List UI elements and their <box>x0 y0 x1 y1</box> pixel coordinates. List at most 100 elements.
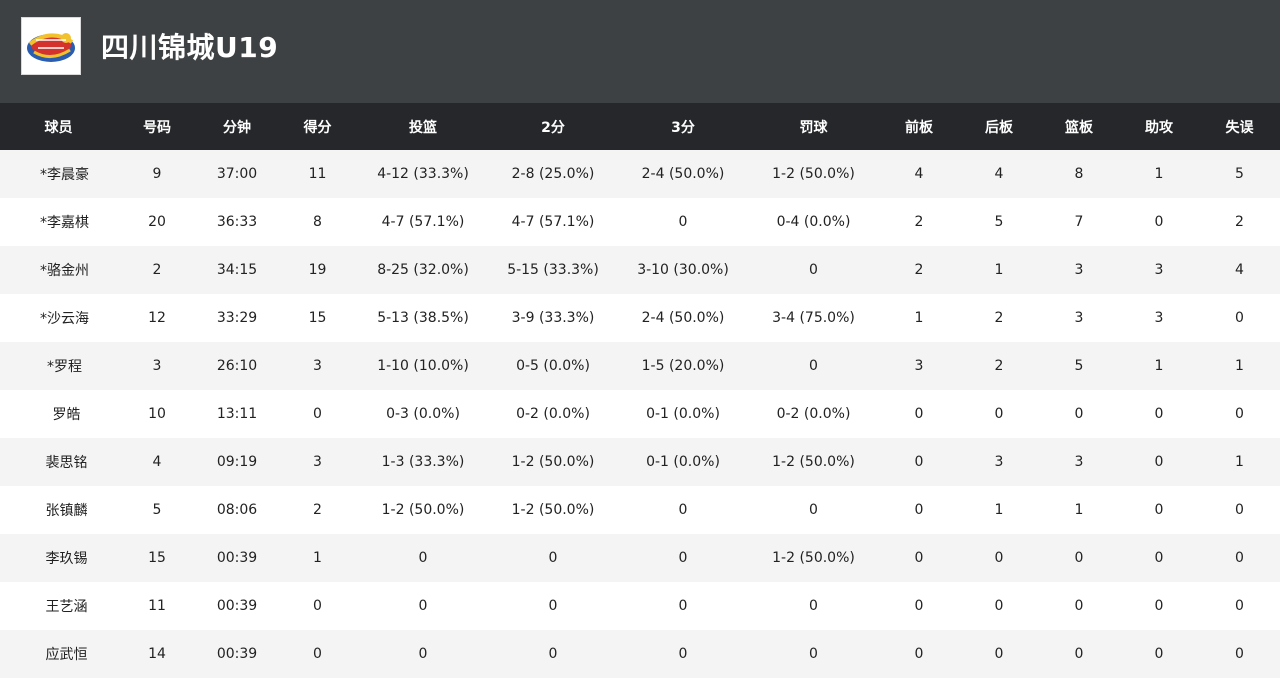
cell-ft: 0 <box>748 486 879 534</box>
cell-points: 19 <box>277 246 358 294</box>
cell-ast: 0 <box>1119 630 1199 678</box>
cell-def-reb: 0 <box>959 390 1039 438</box>
cell-player[interactable]: 李玖锡 <box>0 534 117 582</box>
cell-fg: 8-25 (32.0%) <box>358 246 488 294</box>
column-header-reb[interactable]: 篮板 <box>1039 103 1119 150</box>
cell-player[interactable]: 应武恒 <box>0 630 117 678</box>
cell-two-pt: 1-2 (50.0%) <box>488 486 618 534</box>
cell-ast: 3 <box>1119 246 1199 294</box>
cell-tov: 1 <box>1199 342 1280 390</box>
cell-ast: 0 <box>1119 486 1199 534</box>
cell-number: 14 <box>117 630 197 678</box>
column-header-minutes[interactable]: 分钟 <box>197 103 277 150</box>
table-row[interactable]: 李玖锡 15 00:39 1 0 0 0 1-2 (50.0%) 0 0 0 0 0 <box>0 534 1280 582</box>
table-row[interactable]: 罗皓 10 13:11 0 0-3 (0.0%) 0-2 (0.0%) 0-1 (0.0%)… <box>0 390 1280 438</box>
cell-player[interactable]: 王艺涵 <box>0 582 117 630</box>
cell-off-reb: 2 <box>879 246 959 294</box>
cell-fg: 0 <box>358 534 488 582</box>
cell-tov: 0 <box>1199 630 1280 678</box>
cell-reb: 3 <box>1039 246 1119 294</box>
cell-ft: 1-2 (50.0%) <box>748 534 879 582</box>
cell-def-reb: 2 <box>959 342 1039 390</box>
column-header-tov[interactable]: 失误 <box>1199 103 1280 150</box>
table-row[interactable]: 王艺涵 11 00:39 0 0 0 0 0 0 0 0 0 0 <box>0 582 1280 630</box>
cell-player[interactable]: *罗程 <box>0 342 117 390</box>
cell-off-reb: 0 <box>879 630 959 678</box>
cell-fg: 1-3 (33.3%) <box>358 438 488 486</box>
cell-tov: 5 <box>1199 150 1280 198</box>
column-header-off-reb[interactable]: 前板 <box>879 103 959 150</box>
table-header-row: 球员 号码 分钟 得分 投篮 2分 3分 罚球 前板 后板 篮板 助攻 失误 <box>0 103 1280 150</box>
cell-number: 15 <box>117 534 197 582</box>
cell-player[interactable]: *骆金州 <box>0 246 117 294</box>
table-row[interactable]: *骆金州 2 34:15 19 8-25 (32.0%) 5-15 (33.3%) 3-10… <box>0 246 1280 294</box>
team-logo-graphic <box>27 33 75 62</box>
cell-minutes: 33:29 <box>197 294 277 342</box>
cell-tov: 0 <box>1199 294 1280 342</box>
cell-player[interactable]: 罗皓 <box>0 390 117 438</box>
column-header-number[interactable]: 号码 <box>117 103 197 150</box>
cell-ast: 3 <box>1119 294 1199 342</box>
cell-two-pt: 3-9 (33.3%) <box>488 294 618 342</box>
table-row[interactable]: *李晨豪 9 37:00 11 4-12 (33.3%) 2-8 (25.0%) 2-4 (… <box>0 150 1280 198</box>
cell-player[interactable]: 张镇麟 <box>0 486 117 534</box>
cell-tov: 2 <box>1199 198 1280 246</box>
table-row[interactable]: 张镇麟 5 08:06 2 1-2 (50.0%) 1-2 (50.0%) 0 0 0 1 1 0 0 <box>0 486 1280 534</box>
column-header-player[interactable]: 球员 <box>0 103 117 150</box>
cell-points: 0 <box>277 390 358 438</box>
cell-reb: 1 <box>1039 486 1119 534</box>
table-row[interactable]: 裴思铭 4 09:19 3 1-3 (33.3%) 1-2 (50.0%) 0-1 (0.0… <box>0 438 1280 486</box>
table-row[interactable]: *罗程 3 26:10 3 1-10 (10.0%) 0-5 (0.0%) 1-5 (20.… <box>0 342 1280 390</box>
cell-ast: 0 <box>1119 582 1199 630</box>
table-row[interactable]: *沙云海 12 33:29 15 5-13 (38.5%) 3-9 (33.3%) 2-4 … <box>0 294 1280 342</box>
cell-off-reb: 3 <box>879 342 959 390</box>
cell-number: 5 <box>117 486 197 534</box>
cell-off-reb: 0 <box>879 390 959 438</box>
cell-player[interactable]: *沙云海 <box>0 294 117 342</box>
cell-minutes: 34:15 <box>197 246 277 294</box>
cell-points: 0 <box>277 630 358 678</box>
column-header-two-pt[interactable]: 2分 <box>488 103 618 150</box>
cell-points: 2 <box>277 486 358 534</box>
cell-ft: 0 <box>748 342 879 390</box>
cell-player[interactable]: *李嘉棋 <box>0 198 117 246</box>
cell-ft: 0 <box>748 630 879 678</box>
cell-number: 2 <box>117 246 197 294</box>
cell-two-pt: 5-15 (33.3%) <box>488 246 618 294</box>
cell-player[interactable]: 裴思铭 <box>0 438 117 486</box>
cell-minutes: 26:10 <box>197 342 277 390</box>
cell-fg: 4-7 (57.1%) <box>358 198 488 246</box>
cell-two-pt: 0 <box>488 582 618 630</box>
cell-ft: 3-4 (75.0%) <box>748 294 879 342</box>
column-header-fg[interactable]: 投篮 <box>358 103 488 150</box>
column-header-three-pt[interactable]: 3分 <box>618 103 748 150</box>
table-row[interactable]: 应武恒 14 00:39 0 0 0 0 0 0 0 0 0 0 <box>0 630 1280 678</box>
column-header-def-reb[interactable]: 后板 <box>959 103 1039 150</box>
cell-ft: 1-2 (50.0%) <box>748 438 879 486</box>
cell-off-reb: 1 <box>879 294 959 342</box>
cell-tov: 0 <box>1199 486 1280 534</box>
cell-def-reb: 3 <box>959 438 1039 486</box>
cell-def-reb: 1 <box>959 246 1039 294</box>
cell-off-reb: 0 <box>879 582 959 630</box>
cell-fg: 0 <box>358 630 488 678</box>
cell-minutes: 09:19 <box>197 438 277 486</box>
cell-number: 3 <box>117 342 197 390</box>
cell-minutes: 36:33 <box>197 198 277 246</box>
cell-def-reb: 0 <box>959 582 1039 630</box>
column-header-points[interactable]: 得分 <box>277 103 358 150</box>
cell-number: 11 <box>117 582 197 630</box>
table-row[interactable]: *李嘉棋 20 36:33 8 4-7 (57.1%) 4-7 (57.1%) 0 0-4 (… <box>0 198 1280 246</box>
cell-ft: 0 <box>748 582 879 630</box>
cell-off-reb: 2 <box>879 198 959 246</box>
column-header-ast[interactable]: 助攻 <box>1119 103 1199 150</box>
cell-ft: 0-4 (0.0%) <box>748 198 879 246</box>
cell-reb: 3 <box>1039 438 1119 486</box>
column-header-ft[interactable]: 罚球 <box>748 103 879 150</box>
cell-two-pt: 2-8 (25.0%) <box>488 150 618 198</box>
cell-fg: 4-12 (33.3%) <box>358 150 488 198</box>
cell-ft: 0 <box>748 246 879 294</box>
cell-player[interactable]: *李晨豪 <box>0 150 117 198</box>
cell-two-pt: 0-5 (0.0%) <box>488 342 618 390</box>
cell-fg: 1-10 (10.0%) <box>358 342 488 390</box>
